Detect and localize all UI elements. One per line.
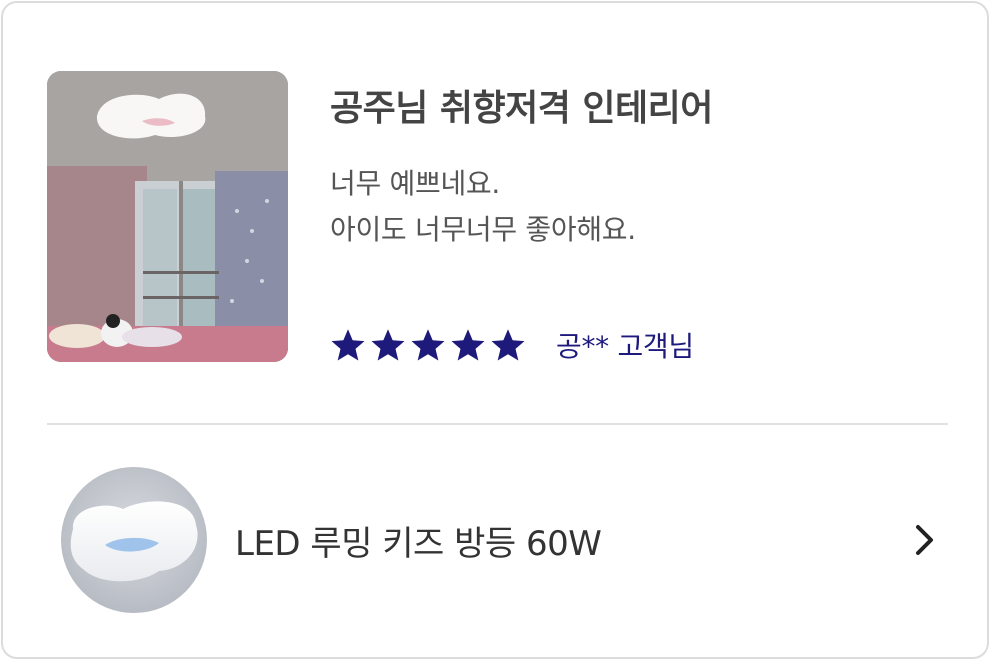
review-card: 공주님 취향저격 인테리어 너무 예쁘네요. 아이도 너무너무 좋아해요. 공*… bbox=[1, 1, 989, 659]
star-rating bbox=[330, 327, 526, 363]
review-photo[interactable] bbox=[47, 71, 288, 362]
star-icon bbox=[331, 329, 365, 361]
product-thumbnail bbox=[61, 467, 207, 613]
chevron-right-icon[interactable] bbox=[910, 523, 938, 557]
star-icon bbox=[491, 329, 525, 361]
ceiling-light-image bbox=[61, 467, 207, 613]
review-text-line: 너무 예쁘네요. bbox=[330, 167, 500, 200]
product-link[interactable]: LED 루밍 키즈 방등 60W bbox=[47, 465, 948, 615]
review-text: 너무 예쁘네요. 아이도 너무너무 좋아해요. bbox=[330, 161, 636, 253]
rating-row: 공** 고객님 bbox=[330, 325, 694, 365]
product-name: LED 루밍 키즈 방등 60W bbox=[235, 523, 602, 564]
star-icon bbox=[451, 329, 485, 361]
star-icon bbox=[411, 329, 445, 361]
room-photo-image bbox=[47, 71, 288, 362]
review-text-line: 아이도 너무너무 좋아해요. bbox=[330, 213, 636, 246]
reviewer-name: 공** 고객님 bbox=[556, 330, 694, 363]
divider bbox=[47, 423, 948, 425]
review-title: 공주님 취향저격 인테리어 bbox=[330, 88, 713, 129]
star-icon bbox=[371, 329, 405, 361]
